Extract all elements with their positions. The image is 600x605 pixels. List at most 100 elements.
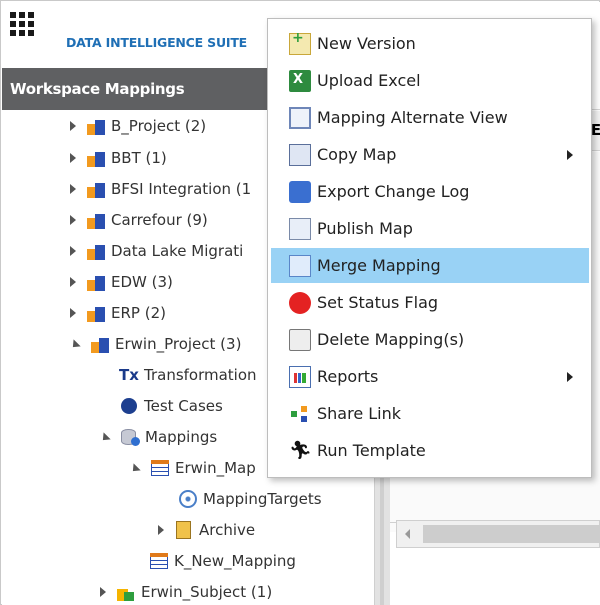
expand-arrow-icon[interactable] [70,121,76,131]
new-version-icon [289,30,311,55]
menu-item-label: Set Status Flag [317,293,439,312]
tree-node-test-cases[interactable]: Test Cases [119,390,223,422]
menu-item-mapping-alternate-view[interactable]: Mapping Alternate View [271,100,589,135]
publish-icon [289,218,311,240]
app-window: DATA INTELLIGENCE SUITE Workspace Mappin… [0,0,600,605]
menu-item-reports[interactable]: Reports [271,359,589,394]
expand-arrow-icon[interactable] [70,308,76,318]
tree-node-label: ERP (2) [111,304,166,322]
gear-icon [119,396,139,416]
database-icon [120,427,140,447]
tree-node-label: Archive [199,521,256,539]
tree-node-label: B_Project (2) [111,117,207,135]
expand-arrow-icon[interactable] [70,153,76,163]
run-icon: 🏃︎ [289,440,312,461]
panel-title: Workspace Mappings [10,80,185,98]
tree-node-label: Erwin_Project (3) [115,335,242,353]
reports-icon [289,366,311,388]
tree-node-mapping-targets[interactable]: MappingTargets [178,483,322,515]
transformation-icon: Tx [119,366,139,384]
submenu-arrow-icon [567,372,573,382]
tree-node-label: Transformation [144,366,257,384]
alternate-view-icon [289,107,311,129]
target-icon [178,489,198,509]
tree-node-bfsi-integration[interactable]: BFSI Integration (1 [70,173,251,205]
project-icon [86,303,106,323]
project-icon [86,179,106,199]
menu-item-share-link[interactable]: Share Link [271,396,589,431]
menu-item-publish-map[interactable]: Publish Map [271,211,589,246]
expand-arrow-icon[interactable] [70,184,76,194]
tree-node-label: Erwin_Map [175,459,256,477]
project-icon [86,148,106,168]
menu-item-label: Upload Excel [317,71,421,90]
tree-node-label: Data Lake Migrati [111,242,244,260]
collapse-arrow-icon[interactable] [69,339,81,351]
tree-node-label: EDW (3) [111,273,173,291]
menu-item-label: Publish Map [317,219,413,238]
subject-area-icon [116,582,136,602]
tree-node-bbt[interactable]: BBT (1) [70,142,167,174]
expand-arrow-icon[interactable] [158,525,164,535]
tree-node-k-new-mapping[interactable]: K_New_Mapping [149,545,296,577]
expand-arrow-icon[interactable] [70,277,76,287]
tree-node-data-lake-migration[interactable]: Data Lake Migrati [70,235,243,267]
mapping-table-icon [150,458,170,478]
tree-node-label: BBT (1) [111,149,167,167]
menu-item-merge-mapping[interactable]: Merge Mapping [271,248,589,283]
menu-item-copy-map[interactable]: Copy Map [271,137,589,172]
horizontal-scrollbar[interactable] [396,520,600,548]
tree-node-carrefour[interactable]: Carrefour (9) [70,204,208,236]
menu-item-label: Reports [317,367,379,386]
menu-item-delete-mappings[interactable]: Delete Mapping(s) [271,322,589,357]
app-grid-icon[interactable] [10,12,34,36]
tree-node-edw[interactable]: EDW (3) [70,266,173,298]
expand-arrow-icon[interactable] [70,246,76,256]
flag-icon [289,292,311,314]
tree-node-archive[interactable]: Archive [158,514,255,546]
mapping-table-icon [149,551,169,571]
collapse-arrow-icon[interactable] [129,463,141,475]
tree-node-label: K_New_Mapping [174,552,296,570]
export-icon [289,181,311,203]
tree-node-transformation[interactable]: Tx Transformation [119,359,257,391]
context-menu: New Version Upload Excel Mapping Alterna… [267,18,592,478]
menu-item-label: Mapping Alternate View [317,108,508,127]
tree-node-label: Erwin_Subject (1) [141,583,273,601]
menu-item-label: Copy Map [317,145,397,164]
menu-item-label: New Version [317,34,416,53]
excel-upload-icon [289,70,311,92]
menu-item-set-status-flag[interactable]: Set Status Flag [271,285,589,320]
tree-node-b-project[interactable]: B_Project (2) [70,110,206,142]
menu-item-label: Merge Mapping [317,256,441,275]
tree-node-erwin-map[interactable]: Erwin_Map [129,452,256,484]
submenu-arrow-icon [567,150,573,160]
tree-node-label: MappingTargets [203,490,322,508]
menu-item-label: Export Change Log [317,182,470,201]
tree-node-label: Test Cases [144,397,223,415]
collapse-arrow-icon[interactable] [99,432,111,444]
menu-item-label: Delete Mapping(s) [317,330,465,349]
menu-item-export-change-log[interactable]: Export Change Log [271,174,589,209]
archive-icon [174,520,194,540]
project-icon [86,210,106,230]
tree-node-label: BFSI Integration (1 [111,180,252,198]
brand-title: DATA INTELLIGENCE SUITE [66,35,248,50]
tree-node-erp[interactable]: ERP (2) [70,297,166,329]
project-icon [86,241,106,261]
menu-item-new-version[interactable]: New Version [271,26,589,61]
expand-arrow-icon[interactable] [70,215,76,225]
project-icon [86,272,106,292]
tree-node-mappings[interactable]: Mappings [99,421,217,453]
expand-arrow-icon[interactable] [100,587,106,597]
menu-item-run-template[interactable]: 🏃︎ Run Template [271,433,589,468]
tree-node-erwin-project[interactable]: Erwin_Project (3) [69,328,242,360]
copy-icon [289,144,311,166]
menu-item-upload-excel[interactable]: Upload Excel [271,63,589,98]
tree-node-label: Carrefour (9) [111,211,208,229]
scrollbar-thumb[interactable] [423,525,600,543]
trash-icon [289,329,311,351]
scroll-left-icon[interactable] [405,529,410,539]
project-icon [86,116,106,136]
tree-node-erwin-subject[interactable]: Erwin_Subject (1) [100,576,272,605]
